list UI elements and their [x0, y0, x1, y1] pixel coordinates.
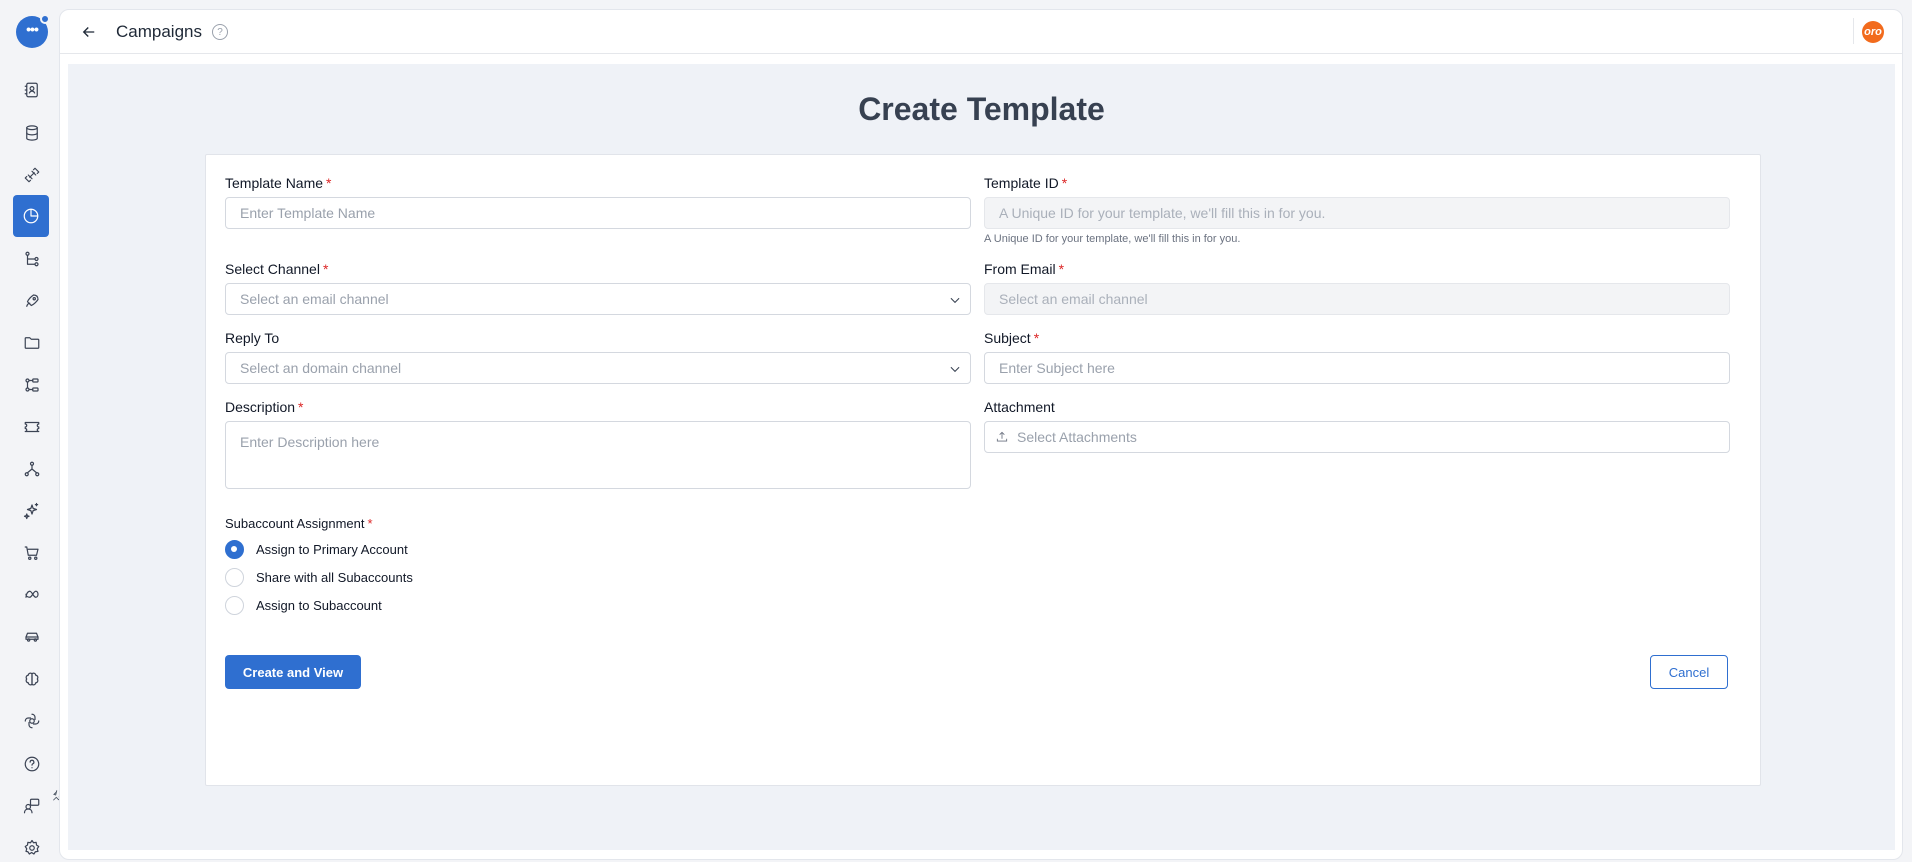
radio-label: Share with all Subaccounts	[256, 570, 413, 585]
help-icon[interactable]	[14, 746, 50, 782]
from-email-dropdown: Select an email channel	[984, 283, 1730, 315]
required-marker: *	[326, 175, 332, 191]
select-channel-label: Select Channel *	[225, 261, 328, 277]
template-name-input[interactable]: Enter Template Name	[225, 197, 971, 229]
meta-icon[interactable]	[14, 577, 50, 613]
upload-icon	[995, 430, 1009, 444]
label-text: Template Name	[225, 175, 324, 191]
app-logo-icon[interactable]: •••	[16, 14, 50, 48]
label-text: Reply To	[225, 330, 280, 346]
subject-label: Subject *	[984, 330, 1039, 346]
select-channel-dropdown[interactable]: Select an email channel	[225, 283, 971, 315]
attachment-label: Attachment	[984, 399, 1055, 415]
required-marker: *	[1058, 261, 1065, 277]
support-icon[interactable]	[14, 788, 50, 824]
label-text: Select Channel	[225, 261, 320, 277]
radio-button[interactable]	[225, 568, 244, 587]
reply-to-dropdown[interactable]: Select an domain channel	[225, 352, 971, 384]
placeholder-text: Enter Template Name	[240, 205, 376, 221]
required-marker: *	[298, 399, 304, 415]
template-name-label: Template Name *	[225, 175, 332, 191]
placeholder-text: Select an email channel	[999, 291, 1148, 307]
rocket-icon[interactable]	[14, 283, 50, 319]
ticket-icon[interactable]	[14, 409, 50, 445]
placeholder-text: Enter Subject here	[999, 360, 1115, 376]
avatar[interactable]: oro	[1862, 21, 1884, 43]
template-id-label: Template ID *	[984, 175, 1067, 191]
top-bar: Campaigns ? oro	[60, 10, 1902, 54]
form-heading: Create Template	[858, 91, 1105, 127]
label-text: Subject	[984, 330, 1031, 346]
sidebar: •••	[0, 0, 60, 862]
label-text: Description	[225, 399, 296, 415]
database-icon[interactable]	[14, 115, 50, 151]
radio-share-all-subaccounts[interactable]: Share with all Subaccounts	[225, 568, 413, 587]
divider	[1853, 18, 1854, 44]
car-icon[interactable]	[14, 619, 50, 655]
radio-primary-account[interactable]: Assign to Primary Account	[225, 540, 408, 559]
placeholder-text: Select Attachments	[1017, 429, 1137, 445]
settings-icon[interactable]	[14, 830, 50, 862]
chevron-down-icon	[948, 362, 962, 376]
cart-icon[interactable]	[14, 535, 50, 571]
workflow-icon[interactable]	[14, 241, 50, 277]
create-and-view-button[interactable]: Create and View	[225, 655, 361, 689]
radio-button-checked[interactable]	[225, 540, 244, 559]
template-form-card: Template Name * Enter Template Name Templ…	[205, 154, 1761, 786]
automation-icon[interactable]	[14, 367, 50, 403]
main-frame: Campaigns ? oro Create Template Template…	[59, 9, 1903, 860]
description-label: Description *	[225, 399, 303, 415]
brain-icon[interactable]	[14, 661, 50, 697]
back-arrow-icon[interactable]	[80, 23, 98, 41]
required-marker: *	[367, 516, 373, 531]
placeholder-text: Enter Description here	[240, 434, 380, 450]
required-marker: *	[1061, 175, 1068, 191]
help-circle-icon[interactable]: ?	[212, 24, 228, 40]
subaccount-label: Subaccount Assignment *	[225, 516, 373, 531]
radio-label: Assign to Primary Account	[256, 542, 408, 557]
label-text: Attachment	[984, 399, 1055, 415]
template-id-input: A Unique ID for your template, we'll fil…	[984, 197, 1730, 229]
radio-button[interactable]	[225, 596, 244, 615]
label-text: Subaccount Assignment	[225, 516, 365, 531]
label-text: From Email	[984, 261, 1056, 277]
subject-input[interactable]: Enter Subject here	[984, 352, 1730, 384]
placeholder-text: Select an email channel	[240, 291, 389, 307]
campaigns-icon[interactable]	[13, 195, 49, 237]
page-title: Campaigns	[116, 22, 202, 41]
required-marker: *	[1033, 330, 1040, 346]
placeholder-text: A Unique ID for your template, we'll fil…	[999, 205, 1326, 221]
label-text: Template ID	[984, 175, 1059, 191]
placeholder-text: Select an domain channel	[240, 360, 402, 376]
radio-assign-subaccount[interactable]: Assign to Subaccount	[225, 596, 382, 615]
attachment-input[interactable]: Select Attachments	[984, 421, 1730, 453]
network-icon[interactable]	[14, 451, 50, 487]
reply-to-label: Reply To	[225, 330, 279, 346]
folder-icon[interactable]	[14, 325, 50, 361]
cancel-button[interactable]: Cancel	[1650, 655, 1728, 689]
description-textarea[interactable]: Enter Description here	[225, 421, 971, 489]
chevron-down-icon	[948, 293, 962, 307]
sparkles-icon[interactable]	[14, 493, 50, 529]
integrations-icon[interactable]	[14, 157, 50, 193]
required-marker: *	[322, 261, 329, 277]
from-email-label: From Email *	[984, 261, 1064, 277]
radio-label: Assign to Subaccount	[256, 598, 382, 613]
content-area: Create Template Template Name * Enter Tem…	[68, 64, 1895, 850]
template-id-hint: A Unique ID for your template, we'll fil…	[984, 233, 1241, 245]
contacts-icon[interactable]	[14, 72, 50, 108]
openai-icon[interactable]	[14, 703, 50, 739]
